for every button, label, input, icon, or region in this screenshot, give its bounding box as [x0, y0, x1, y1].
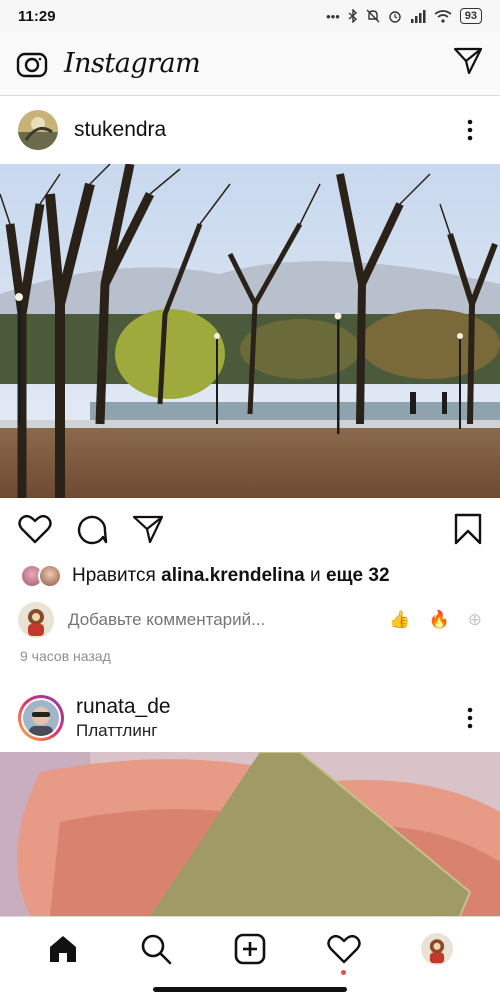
post-avatar[interactable]	[18, 110, 58, 150]
battery-indicator: 93	[459, 8, 482, 24]
story-ring[interactable]	[18, 695, 64, 741]
notification-dot	[341, 970, 347, 975]
post-photo[interactable]	[0, 752, 500, 916]
fire-reaction[interactable]: 🔥	[429, 610, 450, 630]
post-actions	[0, 500, 500, 558]
bottom-nav	[0, 916, 500, 1000]
likes-prefix: Нравится	[72, 565, 156, 586]
add-reaction-icon[interactable]: ⊕	[468, 610, 482, 630]
alarm-icon	[389, 11, 401, 23]
add-post-icon[interactable]	[230, 929, 270, 969]
likes-connector: и	[310, 565, 321, 586]
signal-icon	[410, 9, 426, 23]
home-indicator[interactable]	[153, 987, 347, 992]
post-username[interactable]: runata_de	[76, 695, 171, 719]
activity-icon[interactable]	[324, 929, 364, 975]
likes-more-count[interactable]: еще 32	[326, 565, 390, 587]
comment-input[interactable]	[68, 610, 328, 630]
comment-row: 👍 🔥 ⊕	[0, 598, 500, 642]
home-icon[interactable]	[43, 929, 83, 969]
profile-avatar[interactable]	[417, 929, 457, 969]
thumbs-up-reaction[interactable]: 👍	[389, 610, 410, 630]
liker-username[interactable]: alina.krendelina	[161, 565, 305, 587]
likes-summary[interactable]: Нравится alina.krendelina и еще 32	[0, 558, 500, 594]
search-icon[interactable]	[136, 929, 176, 969]
post-photo[interactable]	[0, 164, 500, 498]
more-options-icon[interactable]	[458, 119, 482, 141]
post-username[interactable]: stukendra	[74, 118, 166, 142]
own-avatar	[18, 602, 54, 638]
more-notifications-icon: •••	[326, 8, 340, 24]
status-bar: 11:29 ••• 93	[0, 0, 500, 32]
post-location[interactable]: Платтлинг	[76, 721, 171, 741]
post-avatar	[23, 700, 59, 736]
camera-icon[interactable]	[16, 48, 48, 80]
post-header: stukendra	[0, 97, 500, 163]
wifi-icon	[434, 9, 452, 23]
status-time: 11:29	[18, 7, 56, 25]
comment-icon[interactable]	[76, 513, 108, 545]
app-header: Instagram	[0, 32, 500, 96]
mute-icon	[366, 9, 380, 23]
liker-avatars	[20, 564, 62, 588]
bookmark-icon[interactable]	[454, 513, 482, 545]
more-options-icon[interactable]	[458, 707, 482, 729]
status-icons: ••• 93	[326, 8, 482, 24]
app-title: Instagram	[64, 48, 201, 79]
share-icon[interactable]	[132, 514, 164, 544]
direct-messages-icon[interactable]	[452, 45, 484, 77]
post-timestamp: 9 часов назад	[20, 648, 111, 664]
post-header: runata_de Платтлинг	[0, 684, 500, 752]
bluetooth-icon	[348, 9, 357, 23]
like-icon[interactable]	[18, 514, 52, 544]
liker-avatar	[38, 564, 62, 588]
